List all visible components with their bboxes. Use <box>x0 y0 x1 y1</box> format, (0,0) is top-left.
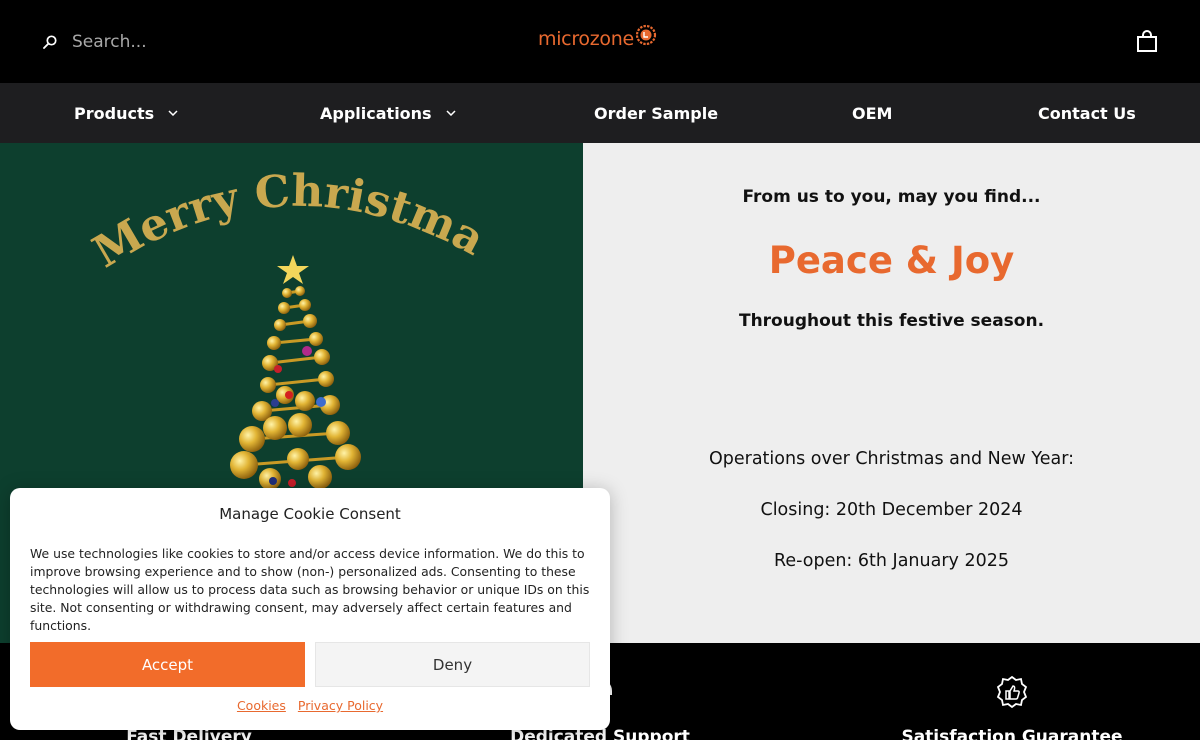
operations-heading: Operations over Christmas and New Year: <box>708 449 1074 469</box>
cookie-dialog-body: We use technologies like cookies to stor… <box>30 546 590 633</box>
nav-item-order-sample[interactable]: Order Sample <box>594 83 718 143</box>
site-logo[interactable]: microzone <box>538 24 657 50</box>
nav-item-oem[interactable]: OEM <box>852 83 892 143</box>
holiday-message-panel: From us to you, may you find... Peace & … <box>583 143 1200 643</box>
cookie-links: Cookies Privacy Policy <box>10 698 610 713</box>
nav-item-label: Order Sample <box>594 103 719 123</box>
holiday-season-text: Throughout this festive season. <box>738 311 1045 331</box>
reopen-date: Re-open: 6th January 2025 <box>773 551 1009 571</box>
shopping-bag-icon[interactable] <box>1136 29 1158 53</box>
logo-mark-icon <box>635 24 656 46</box>
holiday-headline: Peace & Joy <box>768 239 1015 282</box>
privacy-policy-link[interactable]: Privacy Policy <box>298 698 383 713</box>
logo-text: microzone <box>538 28 634 50</box>
accept-button[interactable]: Accept <box>30 642 305 687</box>
cookie-dialog-title: Manage Cookie Consent <box>219 505 401 523</box>
search-icon[interactable] <box>42 34 58 50</box>
nav-item-applications[interactable]: Applications <box>320 83 456 143</box>
holiday-intro-text: From us to you, may you find... <box>742 187 1041 207</box>
nav-item-contact-us[interactable]: Contact Us <box>1038 83 1136 143</box>
deny-button[interactable]: Deny <box>315 642 590 687</box>
closing-date: Closing: 20th December 2024 <box>760 500 1023 520</box>
nav-item-label: OEM <box>852 103 893 123</box>
dna-helix <box>230 286 361 490</box>
cookie-consent-dialog: Manage Cookie Consent We use technologie… <box>10 488 610 730</box>
chevron-down-icon <box>168 110 178 116</box>
nav-item-label: Contact Us <box>1038 103 1136 123</box>
search-input[interactable] <box>72 32 272 52</box>
main-nav: Products Applications Order Sample OEM C… <box>0 83 1200 143</box>
chevron-down-icon <box>446 110 456 116</box>
cookies-link[interactable]: Cookies <box>237 698 286 713</box>
nav-item-label: Applications <box>320 103 432 123</box>
site-header: microzone <box>0 0 1200 83</box>
thumbs-up-badge-icon <box>996 675 1028 709</box>
merry-christmas-banner: Merry Christmas <box>0 143 493 278</box>
search-bar[interactable] <box>42 28 272 56</box>
star-icon <box>277 255 309 284</box>
nav-item-products[interactable]: Products <box>74 83 178 143</box>
feature-title: Satisfaction Guarantee <box>901 727 1123 740</box>
nav-item-label: Products <box>74 103 155 123</box>
